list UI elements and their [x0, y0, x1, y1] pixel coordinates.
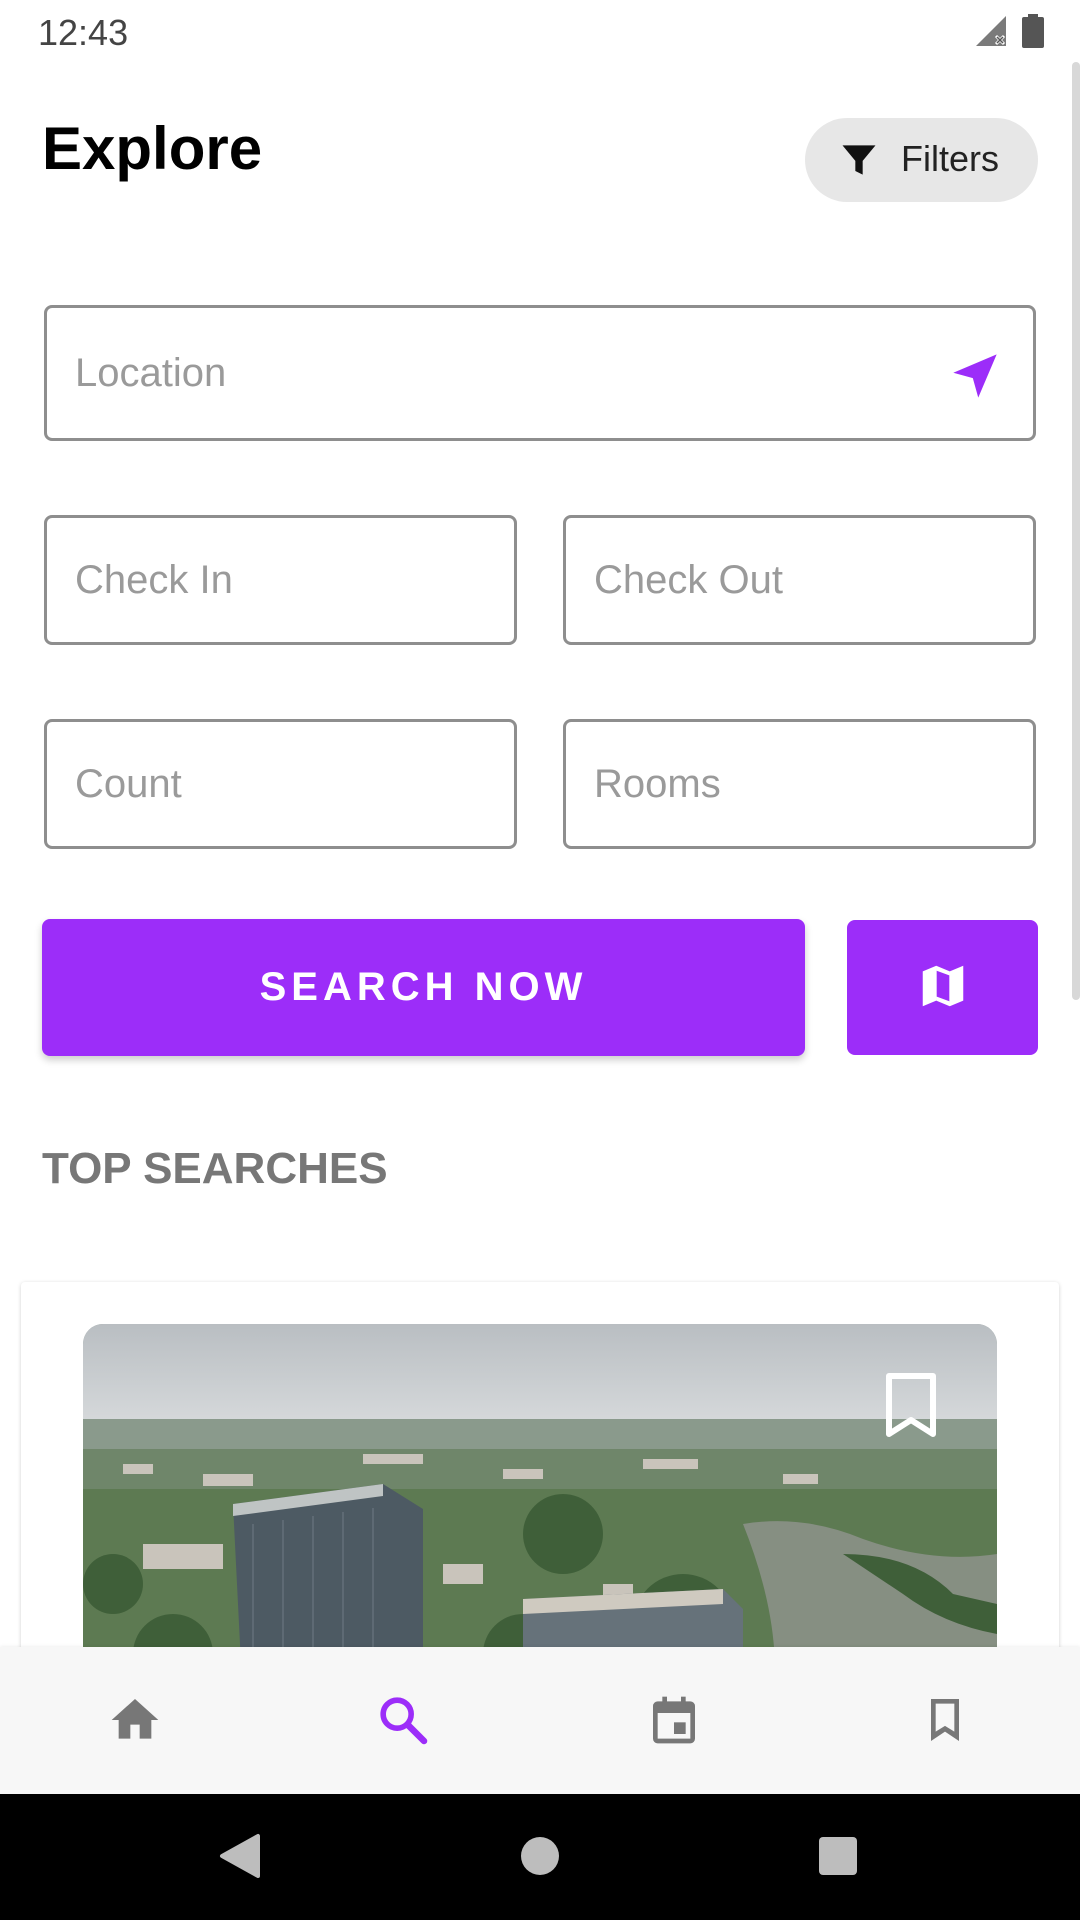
- back-button[interactable]: [210, 1828, 270, 1888]
- bookmark-outline-icon[interactable]: [883, 1372, 939, 1443]
- status-icons: [974, 14, 1044, 53]
- back-triangle-icon: [218, 1832, 262, 1885]
- count-input[interactable]: [75, 722, 486, 846]
- recents-button[interactable]: [808, 1828, 868, 1888]
- top-searches-title: TOP SEARCHES: [42, 1144, 388, 1193]
- page-title: Explore: [42, 115, 263, 182]
- city-aerial-image: [83, 1324, 997, 1702]
- location-field[interactable]: [44, 305, 1036, 441]
- nav-calendar[interactable]: [639, 1687, 709, 1757]
- bottom-navigation: [0, 1647, 1080, 1794]
- card-image[interactable]: [83, 1324, 997, 1702]
- bookmark-icon: [917, 1692, 973, 1753]
- map-button[interactable]: [847, 920, 1038, 1055]
- check-in-field[interactable]: [44, 515, 517, 645]
- nav-home[interactable]: [100, 1687, 170, 1757]
- check-in-input[interactable]: [75, 518, 486, 642]
- signal-icon: [974, 14, 1008, 53]
- rooms-input[interactable]: [594, 722, 1005, 846]
- search-icon: [375, 1692, 431, 1753]
- calendar-icon: [646, 1692, 702, 1753]
- map-icon: [916, 959, 970, 1016]
- nav-search[interactable]: [368, 1687, 438, 1757]
- search-now-label: SEARCH NOW: [259, 965, 588, 1009]
- battery-icon: [1022, 14, 1044, 53]
- filters-label: Filters: [901, 138, 999, 179]
- status-time: 12:43: [38, 12, 129, 53]
- filter-icon: [837, 138, 881, 187]
- scrollbar[interactable]: [1072, 62, 1080, 1000]
- filters-button[interactable]: Filters: [805, 118, 1038, 202]
- check-out-input[interactable]: [594, 518, 1005, 642]
- home-circle-icon: [520, 1836, 560, 1881]
- recents-square-icon: [818, 1836, 858, 1881]
- system-navigation-bar: [0, 1794, 1080, 1920]
- check-out-field[interactable]: [563, 515, 1036, 645]
- location-input[interactable]: [75, 308, 895, 438]
- count-field[interactable]: [44, 719, 517, 849]
- home-button[interactable]: [510, 1828, 570, 1888]
- nav-saved[interactable]: [910, 1687, 980, 1757]
- status-bar: 12:43: [0, 0, 1080, 66]
- home-icon: [107, 1692, 163, 1753]
- rooms-field[interactable]: [563, 719, 1036, 849]
- navigation-arrow-icon[interactable]: [949, 350, 1001, 407]
- top-search-card[interactable]: [21, 1282, 1059, 1702]
- search-now-button[interactable]: SEARCH NOW: [42, 919, 805, 1056]
